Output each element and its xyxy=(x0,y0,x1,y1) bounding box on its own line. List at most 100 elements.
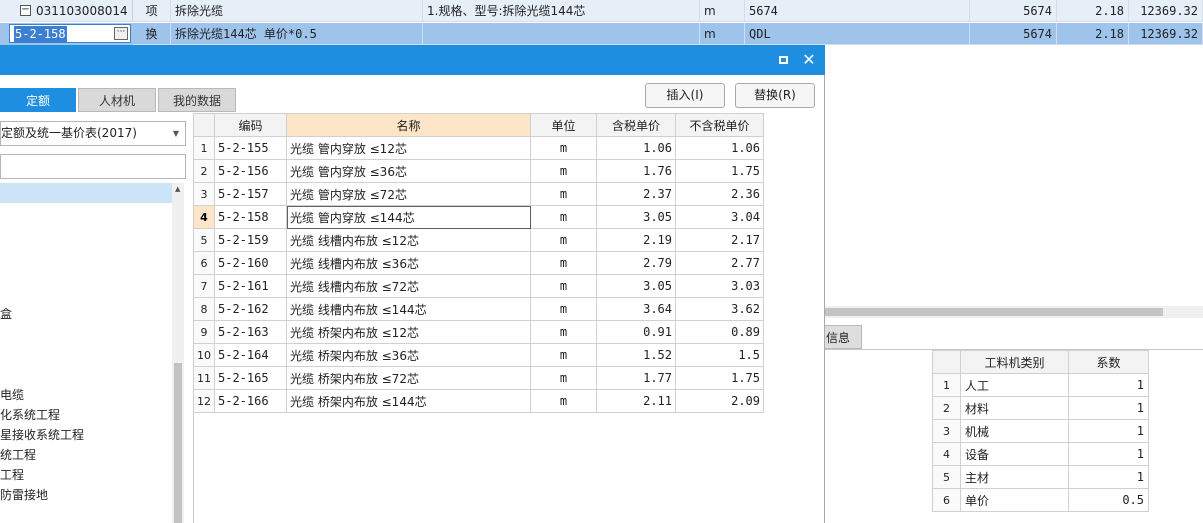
row-index: 6 xyxy=(932,488,961,512)
name-cell: 光缆 桥架内布放 ≤144芯 xyxy=(286,389,531,413)
coefficient-cell[interactable]: 1 xyxy=(1068,442,1149,466)
coefficient-cell[interactable]: 1 xyxy=(1068,419,1149,443)
tab-labor-material-machine[interactable]: 人材机 xyxy=(78,88,156,112)
unit-cell: m xyxy=(530,251,597,275)
tree-selected-item[interactable] xyxy=(0,183,172,203)
more-icon[interactable]: ··· xyxy=(114,27,128,40)
tree-item[interactable]: 工程 xyxy=(0,466,24,483)
row-code: 031103008014 xyxy=(32,0,133,22)
chevron-down-icon: ▼ xyxy=(172,129,179,138)
collapse-icon[interactable]: − xyxy=(20,5,31,16)
name-cell: 光缆 桥架内布放 ≤36芯 xyxy=(286,343,531,367)
code-cell: 5-2-157 xyxy=(214,182,287,206)
category-cell: 单价 xyxy=(960,488,1069,512)
table-row[interactable]: 5 主材 1 xyxy=(932,465,1149,489)
name-cell: 光缆 管内穿放 ≤144芯 xyxy=(286,205,531,229)
bill-row[interactable]: − 031103008014 项 拆除光缆 1.规格、型号:拆除光缆144芯 m… xyxy=(0,0,1203,22)
header-notax-price: 不含税单价 xyxy=(675,113,764,137)
tax-price-cell: 2.11 xyxy=(596,389,676,413)
row-name: 拆除光缆 xyxy=(171,0,423,22)
table-row[interactable]: 6 5-2-160 光缆 线槽内布放 ≤36芯 m 2.79 2.77 xyxy=(193,251,764,275)
row-index: 5 xyxy=(193,228,215,252)
tree-scrollbar[interactable]: ▲ xyxy=(172,183,184,523)
tree-item[interactable]: 星接收系统工程 xyxy=(0,426,84,443)
table-row[interactable]: 4 设备 1 xyxy=(932,442,1149,466)
header-unit: 单位 xyxy=(530,113,597,137)
table-row[interactable]: 1 5-2-155 光缆 管内穿放 ≤12芯 m 1.06 1.06 xyxy=(193,136,764,160)
coefficient-cell[interactable]: 1 xyxy=(1068,396,1149,420)
row-index: 9 xyxy=(193,320,215,344)
table-row[interactable]: 12 5-2-166 光缆 桥架内布放 ≤144芯 m 2.11 2.09 xyxy=(193,389,764,413)
coef-header-coefficient: 系数 xyxy=(1068,350,1149,374)
tab-my-data[interactable]: 我的数据 xyxy=(158,88,236,112)
table-row[interactable]: 5 5-2-159 光缆 线槽内布放 ≤12芯 m 2.19 2.17 xyxy=(193,228,764,252)
table-row[interactable]: 9 5-2-163 光缆 桥架内布放 ≤12芯 m 0.91 0.89 xyxy=(193,320,764,344)
table-row[interactable]: 8 5-2-162 光缆 线槽内布放 ≤144芯 m 3.64 3.62 xyxy=(193,297,764,321)
row-index: 1 xyxy=(193,136,215,160)
tab-quota[interactable]: 定额 xyxy=(0,88,76,112)
name-cell: 光缆 管内穿放 ≤72芯 xyxy=(286,182,531,206)
quota-library-select[interactable]: 定额及统一基价表(2017) ▼ xyxy=(0,121,186,146)
name-cell: 光缆 桥架内布放 ≤72芯 xyxy=(286,366,531,390)
tree-item[interactable]: 电缆 xyxy=(0,386,24,403)
table-row[interactable]: 3 5-2-157 光缆 管内穿放 ≤72芯 m 2.37 2.36 xyxy=(193,182,764,206)
tax-price-cell: 0.91 xyxy=(596,320,676,344)
scrollbar-thumb[interactable] xyxy=(825,308,1163,316)
close-icon[interactable]: ✕ xyxy=(800,51,818,69)
notax-price-cell: 2.17 xyxy=(675,228,764,252)
code-edit-input[interactable]: 5-2-158 ··· xyxy=(9,24,131,43)
dialog-titlebar[interactable]: ✕ xyxy=(0,45,825,75)
coefficient-cell[interactable]: 1 xyxy=(1068,465,1149,489)
tax-price-cell: 1.77 xyxy=(596,366,676,390)
tree-item[interactable]: 化系统工程 xyxy=(0,406,60,423)
row-index: 1 xyxy=(932,373,961,397)
row-total: 12369.32 xyxy=(1129,0,1203,22)
quota-table: 编码 名称 单位 含税单价 不含税单价 1 5-2-155 光缆 管内穿放 ≤12芯… xyxy=(193,113,764,413)
row-index: 3 xyxy=(193,182,215,206)
row-index: 3 xyxy=(932,419,961,443)
coefficient-cell[interactable]: 1 xyxy=(1068,373,1149,397)
search-input[interactable] xyxy=(0,154,186,179)
table-row-current[interactable]: 4 5-2-158 光缆 管内穿放 ≤144芯 m 3.05 3.04 xyxy=(193,205,764,229)
row-unit: m xyxy=(700,23,745,45)
row-qty: 5674 xyxy=(970,0,1057,22)
row-total: 12369.32 xyxy=(1129,23,1203,45)
header-index xyxy=(193,113,215,137)
tree-item[interactable]: 盒 xyxy=(0,305,12,322)
scroll-up-icon[interactable]: ▲ xyxy=(175,185,180,193)
table-row[interactable]: 11 5-2-165 光缆 桥架内布放 ≤72芯 m 1.77 1.75 xyxy=(193,366,764,390)
table-row[interactable]: 3 机械 1 xyxy=(932,419,1149,443)
row-type: 项 xyxy=(133,0,171,22)
notax-price-cell: 1.75 xyxy=(675,159,764,183)
table-row[interactable]: 6 单价 0.5 xyxy=(932,488,1149,512)
code-cell: 5-2-159 xyxy=(214,228,287,252)
tree-item[interactable]: 防雷接地 xyxy=(0,486,48,503)
table-row[interactable]: 2 5-2-156 光缆 管内穿放 ≤36芯 m 1.76 1.75 xyxy=(193,159,764,183)
code-cell: 5-2-164 xyxy=(214,343,287,367)
scrollbar-thumb[interactable] xyxy=(174,363,182,523)
table-row[interactable]: 10 5-2-164 光缆 桥架内布放 ≤36芯 m 1.52 1.5 xyxy=(193,343,764,367)
table-row[interactable]: 1 人工 1 xyxy=(932,373,1149,397)
horizontal-scrollbar[interactable] xyxy=(825,306,1203,318)
coefficient-cell[interactable]: 0.5 xyxy=(1068,488,1149,512)
table-row[interactable]: 7 5-2-161 光缆 线槽内布放 ≤72芯 m 3.05 3.03 xyxy=(193,274,764,298)
row-qty-expr: 5674 xyxy=(745,0,970,22)
maximize-icon[interactable] xyxy=(774,51,792,69)
unit-cell: m xyxy=(530,205,597,229)
notax-price-cell: 1.75 xyxy=(675,366,764,390)
notax-price-cell: 2.77 xyxy=(675,251,764,275)
code-cell: 5-2-158 xyxy=(214,205,287,229)
unit-cell: m xyxy=(530,343,597,367)
replace-button[interactable]: 替换(R) xyxy=(735,83,815,108)
row-price: 2.18 xyxy=(1057,23,1129,45)
name-cell: 光缆 线槽内布放 ≤12芯 xyxy=(286,228,531,252)
quota-row-selected[interactable]: 换 拆除光缆144芯 单价*0.5 m QDL 5674 2.18 12369.… xyxy=(0,23,1203,45)
table-row[interactable]: 2 材料 1 xyxy=(932,396,1149,420)
row-index: 5 xyxy=(932,465,961,489)
row-index: 4 xyxy=(932,442,961,466)
code-cell: 5-2-165 xyxy=(214,366,287,390)
row-feature xyxy=(423,23,700,45)
tree-item[interactable]: 统工程 xyxy=(0,446,36,463)
unit-cell: m xyxy=(530,182,597,206)
insert-button[interactable]: 插入(I) xyxy=(645,83,725,108)
